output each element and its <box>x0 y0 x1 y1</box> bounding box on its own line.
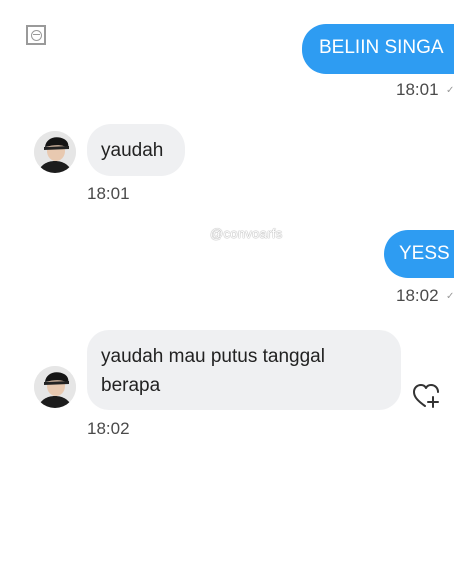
outgoing-message-bubble[interactable]: BELIIN SINGA <box>302 24 454 74</box>
message-timestamp: 18:01 <box>87 184 130 203</box>
delivered-tick-icon: ✓ <box>446 291 454 302</box>
avatar[interactable] <box>34 366 76 408</box>
incoming-message-bubble[interactable]: yaudah mau putus tanggal berapa <box>87 330 401 410</box>
message-timestamp: 18:01 <box>396 80 439 99</box>
message-text: yaudah mau putus tanggal berapa <box>101 346 325 396</box>
status-icon <box>26 25 46 45</box>
watermark: @convoarfs <box>210 226 283 241</box>
message-timestamp: 18:02 <box>396 286 439 305</box>
message-text: BELIIN SINGA <box>319 37 444 58</box>
delivered-tick-icon: ✓ <box>446 85 454 96</box>
message-timestamp: 18:02 <box>87 419 130 438</box>
outgoing-message-bubble[interactable]: YESS <box>384 230 454 278</box>
message-text: yaudah <box>101 140 164 161</box>
message-text: YESS <box>399 243 450 264</box>
avatar[interactable] <box>34 131 76 173</box>
incoming-message-bubble[interactable]: yaudah <box>87 124 185 176</box>
heart-plus-icon[interactable] <box>412 382 442 410</box>
